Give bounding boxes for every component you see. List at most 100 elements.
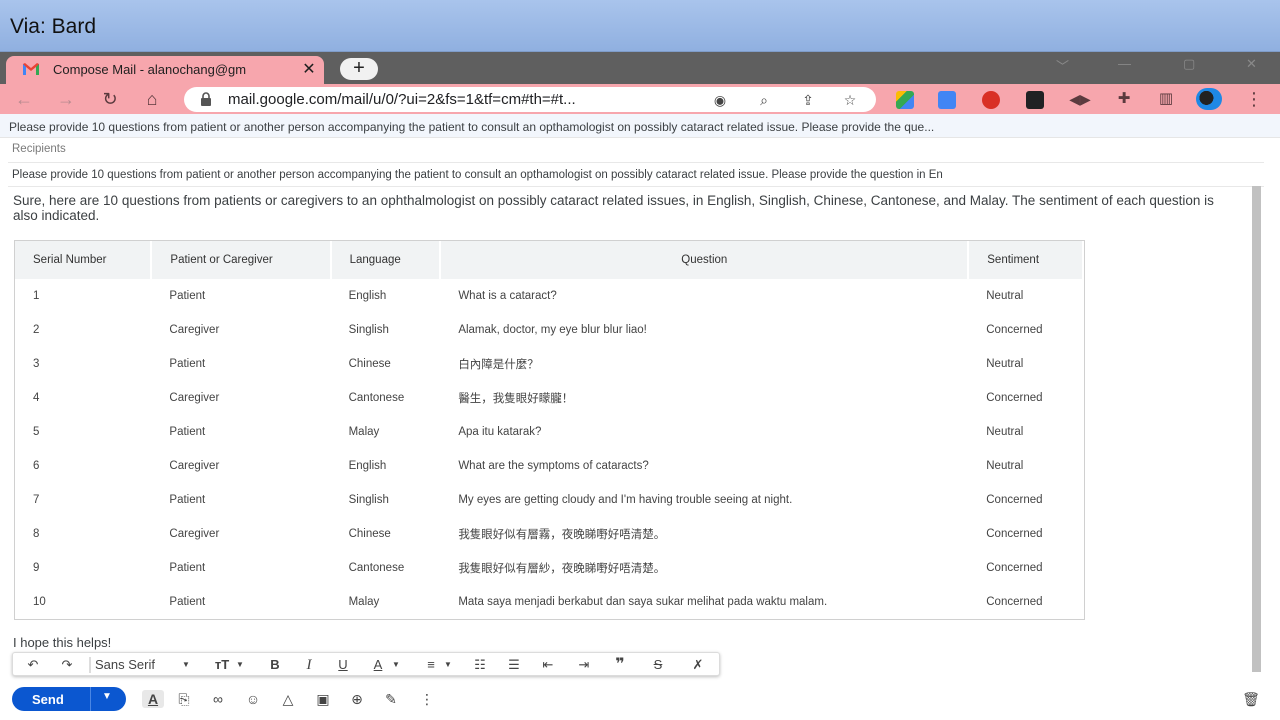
table-row: 7 Patient Singlish My eyes are getting c… — [15, 483, 1083, 517]
more-icon[interactable]: ⋮ — [418, 690, 436, 708]
cell-serial: 4 — [33, 392, 40, 404]
cell-question: What are the symptoms of cataracts? — [458, 460, 649, 472]
lock-icon — [201, 92, 211, 106]
text-color-icon[interactable]: A — [369, 655, 387, 675]
browser-toolbar: ← → ↻ ⌂ mail.google.com/mail/u/0/?ui=2&f… — [0, 84, 1280, 114]
chevron-down-icon[interactable]: ﹀ — [1056, 56, 1069, 75]
header-patient-or-caregiver: Patient or Caregiver — [151, 241, 332, 279]
avatar[interactable] — [1196, 88, 1222, 110]
align-icon[interactable]: ≡ — [421, 655, 441, 675]
grid-extension-icon[interactable] — [1026, 91, 1044, 109]
eye-icon[interactable]: ◉ — [710, 90, 730, 110]
redo-icon[interactable]: ↷ — [57, 655, 77, 675]
cell-language: Singlish — [348, 494, 389, 506]
table-row: 9 Patient Cantonese 我隻眼好似有層紗，夜晚睇嘢好唔清楚。 C… — [15, 551, 1083, 585]
star-icon[interactable]: ☆ — [840, 90, 860, 110]
cell-serial: 2 — [33, 324, 40, 336]
cell-serial: 3 — [33, 358, 40, 370]
window-close-icon[interactable]: ✕ — [1246, 56, 1257, 72]
puzzle-icon[interactable]: ✚ — [1112, 88, 1136, 110]
formatting-toolbar: ↶ ↷ Sans Serif ▼ тT ▼ B I U A ▼ ≡ ▼ ☷ ☰ … — [12, 652, 720, 676]
cell-sentiment: Neutral — [986, 460, 1024, 472]
forward-icon[interactable]: → — [54, 88, 78, 110]
lock-clock-icon[interactable]: ⊕ — [348, 690, 366, 708]
sidepanel-icon[interactable]: ▥ — [1154, 88, 1178, 110]
send-button[interactable]: Send ▼ — [12, 687, 126, 711]
chevron-down-icon[interactable]: ▼ — [102, 691, 112, 702]
maximize-icon[interactable]: ▢ — [1183, 56, 1195, 72]
indent-less-icon[interactable]: ⇤ — [537, 655, 559, 675]
cell-serial: 1 — [33, 290, 40, 302]
drive-icon[interactable]: △ — [279, 690, 297, 708]
body-closing: I hope this helps! — [13, 635, 112, 650]
tab-title: Compose Mail - alanochang@gm — [53, 62, 247, 77]
cell-serial: 7 — [33, 494, 40, 506]
strikethrough-icon[interactable]: S — [647, 655, 669, 675]
bold-icon[interactable]: B — [265, 655, 285, 675]
cell-role: Patient — [169, 596, 206, 608]
cell-role: Caregiver — [169, 528, 220, 540]
chevron-down-icon[interactable]: ▼ — [181, 655, 191, 675]
indent-more-icon[interactable]: ⇥ — [573, 655, 595, 675]
emoji-icon[interactable]: ☺ — [244, 690, 262, 708]
chevron-down-icon[interactable]: ▼ — [391, 655, 401, 675]
cast-icon[interactable]: ◀▶ — [1068, 88, 1092, 110]
numbered-list-icon[interactable]: ☷ — [469, 655, 491, 675]
home-icon[interactable]: ⌂ — [140, 88, 164, 110]
cell-question: 我隻眼好似有層霧，夜晚睇嘢好唔清楚。 — [458, 529, 666, 541]
subject-field[interactable]: Please provide 10 questions from patient… — [12, 169, 1264, 181]
body-scrollbar[interactable] — [1252, 186, 1261, 672]
translate-extension-icon[interactable] — [938, 91, 956, 109]
cell-question: Mata saya menjadi berkabut dan saya suka… — [458, 596, 828, 608]
drive-extension-icon[interactable] — [896, 91, 914, 109]
minimize-icon[interactable]: — — [1118, 56, 1131, 71]
formatting-toggle-icon[interactable]: A — [142, 690, 164, 708]
signature-icon[interactable]: ✎ — [382, 690, 400, 708]
trash-icon[interactable]: 🗑 — [1242, 690, 1260, 708]
link-icon[interactable]: ∞ — [209, 690, 227, 708]
quote-icon[interactable]: ❞ — [609, 655, 631, 675]
cell-role: Patient — [169, 426, 206, 438]
share-icon[interactable]: ⇪ — [798, 90, 818, 110]
photo-icon[interactable]: ▣ — [314, 690, 332, 708]
gmail-icon — [23, 63, 39, 75]
cell-language: English — [348, 290, 387, 302]
body-intro: Sure, here are 10 questions from patient… — [13, 193, 1214, 223]
new-tab-button[interactable]: + — [340, 58, 378, 80]
header-serial-number: Serial Number — [15, 241, 153, 279]
tab-close-icon[interactable]: ✕ — [300, 59, 318, 79]
tab-strip: Compose Mail - alanochang@gm ✕ + ﹀ — ▢ ✕ — [0, 52, 1280, 84]
remove-formatting-icon[interactable]: ✗ — [687, 655, 709, 675]
cell-sentiment: Concerned — [986, 528, 1043, 540]
chevron-down-icon[interactable]: ▼ — [235, 655, 245, 675]
font-select[interactable]: Sans Serif — [95, 655, 169, 675]
address-bar[interactable]: mail.google.com/mail/u/0/?ui=2&fs=1&tf=c… — [184, 87, 876, 112]
text-size-icon[interactable]: тT — [211, 655, 233, 675]
reload-icon[interactable]: ↻ — [98, 88, 122, 110]
tab-compose-mail[interactable]: Compose Mail - alanochang@gm ✕ — [6, 56, 324, 84]
back-icon[interactable]: ← — [12, 88, 36, 110]
cell-language: Singlish — [348, 324, 389, 336]
questions-table: Serial Number Patient or Caregiver Langu… — [14, 240, 1085, 620]
menu-icon[interactable]: ⋮ — [1242, 88, 1266, 110]
cell-sentiment: Concerned — [986, 562, 1043, 574]
cell-language: English — [348, 460, 387, 472]
underline-icon[interactable]: U — [333, 655, 353, 675]
bulleted-list-icon[interactable]: ☰ — [503, 655, 525, 675]
zoom-icon[interactable]: ⌕ — [754, 90, 774, 110]
chevron-down-icon[interactable]: ▼ — [443, 655, 453, 675]
table-row: 2 Caregiver Singlish Alamak, doctor, my … — [15, 313, 1083, 347]
recipients-field[interactable]: Recipients — [12, 143, 66, 155]
red-extension-icon[interactable] — [982, 91, 1000, 109]
undo-icon[interactable]: ↶ — [23, 655, 43, 675]
attach-icon[interactable]: ⎘ — [175, 690, 193, 708]
send-label: Send — [32, 692, 64, 707]
divider — [89, 657, 91, 673]
cell-serial: 10 — [33, 596, 46, 608]
cell-language: Chinese — [348, 528, 391, 540]
italic-icon[interactable]: I — [299, 655, 319, 675]
cell-role: Caregiver — [169, 324, 220, 336]
cell-question: 醫生，我隻眼好矇朧！ — [458, 393, 574, 405]
cell-serial: 8 — [33, 528, 40, 540]
subject-header-text: Please provide 10 questions from patient… — [9, 120, 935, 134]
